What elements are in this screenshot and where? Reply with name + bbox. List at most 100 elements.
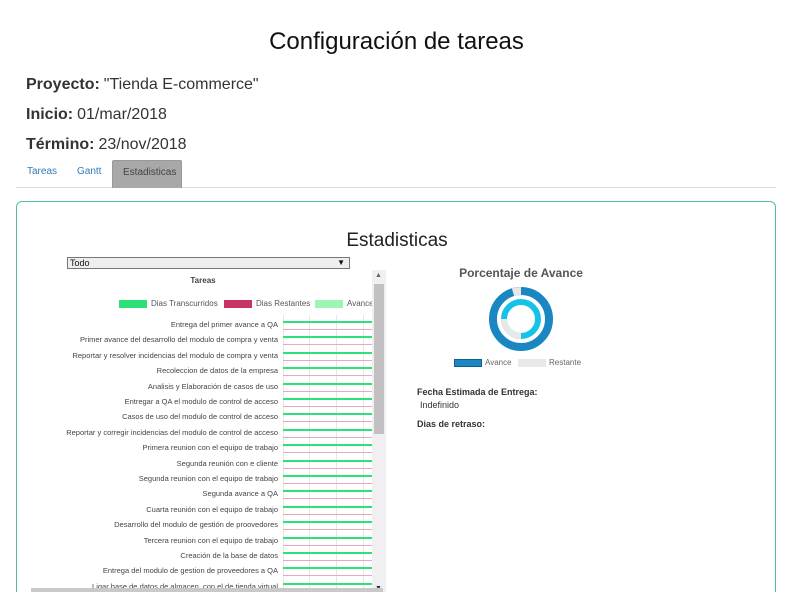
task-label: Entregar a QA el modulo de control de ac…	[124, 397, 278, 406]
tasks-chart: Tareas Dias Transcurridos Dias Restantes…	[33, 270, 386, 592]
task-label: Segunda reunión con e cliente	[176, 458, 278, 468]
legend-label: Dias Transcurridos	[151, 299, 218, 308]
task-bar-remaining	[283, 483, 386, 484]
task-bar-elapsed	[283, 382, 386, 385]
task-bar-remaining	[283, 329, 386, 330]
chart-scrollbar[interactable]: ▲ ▼	[372, 270, 386, 592]
task-bar-remaining	[283, 421, 386, 423]
stats-title: Estadisticas	[346, 230, 448, 251]
legend-label: Dias Restantes	[256, 299, 311, 308]
task-bar-elapsed	[283, 321, 386, 323]
legend-swatch	[454, 358, 482, 367]
task-bar-elapsed	[283, 367, 386, 370]
task-bar-elapsed	[283, 536, 386, 539]
project-value: "Tienda E-commerce"	[103, 76, 259, 93]
task-bar-remaining	[283, 513, 386, 515]
donut-title: Porcentaje de Avance	[459, 266, 583, 280]
task-bar-elapsed	[283, 505, 386, 508]
chart-gridlines	[283, 315, 386, 592]
donut-legend-restante: Restante	[518, 358, 581, 367]
donut-legend-avance: Avance	[454, 358, 512, 367]
start-info: Inicio: 01/mar/2018	[26, 106, 167, 124]
task-label: Segunda avance a QA	[202, 489, 278, 499]
task-bar-elapsed	[283, 521, 386, 524]
task-label: Casos de uso del modulo de control de ac…	[122, 412, 278, 422]
start-label: Inicio:	[26, 106, 74, 123]
horizontal-scrollbar[interactable]	[31, 588, 383, 592]
stats-panel: Estadisticas Todo ▼ Tareas Dias Transcur…	[16, 201, 776, 592]
project-info: Proyecto: "Tienda E-commerce"	[26, 76, 259, 94]
task-bar-remaining	[283, 544, 386, 546]
delivery-date-label: Fecha Estimada de Entrega:	[417, 387, 538, 397]
progress-donut	[489, 287, 553, 351]
tab-estadisticas[interactable]: Estadisticas	[112, 160, 182, 188]
gridline	[336, 315, 337, 592]
scroll-up-icon[interactable]: ▲	[375, 272, 382, 279]
donut-inner-remaining	[501, 318, 522, 339]
task-label: Entrega del modulo de gestion de proveed…	[102, 566, 278, 576]
task-label: Recoleccion de datos de la empresa	[156, 366, 278, 376]
task-bar-remaining	[283, 344, 386, 346]
task-bar-elapsed	[283, 428, 386, 431]
task-bar-elapsed	[283, 490, 386, 493]
legend-swatch	[224, 299, 252, 308]
tab-bar: Tareas Gantt Estadisticas	[16, 160, 776, 188]
scroll-thumb[interactable]	[374, 284, 384, 434]
project-label: Proyecto:	[26, 76, 100, 93]
task-bar-remaining	[283, 436, 386, 438]
chart-title: Tareas	[190, 276, 216, 285]
legend-item-avance: Avance	[315, 299, 374, 309]
task-bar-remaining	[283, 467, 386, 469]
legend-item-restantes: Dias Restantes	[224, 299, 310, 309]
task-bar-elapsed	[283, 336, 386, 339]
legend-item-transcurridos: Dias Transcurridos	[119, 299, 218, 309]
task-bar-elapsed	[283, 459, 386, 462]
task-bar-remaining	[283, 560, 386, 561]
task-bar-elapsed	[283, 351, 386, 354]
task-label: Segunda reunion con el equipo de trabajo	[138, 474, 278, 483]
delay-label: Dias de retraso:	[417, 419, 486, 429]
legend-label: Avance	[347, 299, 374, 308]
gridline	[363, 315, 364, 592]
task-bar-remaining	[283, 375, 386, 377]
task-label: Tercera reunion con el equipo de trabajo	[143, 535, 278, 545]
end-value: 23/nov/2018	[98, 136, 187, 153]
task-label: Creación de la base de datos	[180, 551, 278, 560]
task-bar-elapsed	[283, 567, 386, 570]
filter-select-value: Todo	[70, 258, 90, 268]
chevron-down-icon: ▼	[337, 258, 345, 267]
task-bar-remaining	[283, 406, 386, 407]
task-bar-elapsed	[283, 398, 386, 400]
gridline	[309, 315, 310, 592]
task-label: Analisis y Elaboración de casos de uso	[147, 381, 278, 391]
task-bar-remaining	[283, 359, 386, 361]
donut-outer-remaining	[511, 287, 522, 297]
legend-swatch	[119, 299, 147, 308]
task-label: Desarrollo del modulo de gestión de proo…	[114, 520, 278, 530]
legend-swatch	[518, 358, 546, 367]
task-bar-remaining	[283, 390, 386, 392]
task-bar-remaining	[283, 575, 386, 577]
page-title: Configuración de tareas	[269, 28, 524, 55]
gridline	[283, 315, 284, 592]
task-bar-elapsed	[283, 413, 386, 416]
task-label: Primer avance del desarrollo del modulo …	[79, 335, 278, 345]
end-label: Término:	[26, 136, 95, 153]
task-label: Primera reunion con el equipo de trabajo	[142, 443, 278, 453]
task-label: Cuarta reunión con el equipo de trabajo	[146, 504, 278, 514]
end-info: Término: 23/nov/2018	[26, 136, 187, 154]
legend-label: Avance	[485, 358, 512, 367]
task-bar-remaining	[283, 529, 386, 531]
task-label: Reportar y corregir incidencias del modu…	[66, 427, 278, 437]
legend-swatch	[315, 299, 343, 308]
task-bar-elapsed	[283, 582, 386, 585]
tab-tareas[interactable]: Tareas	[17, 160, 67, 188]
tab-gantt[interactable]: Gantt	[67, 160, 111, 188]
task-label: Entrega del primer avance a QA	[170, 320, 278, 329]
task-bar-elapsed	[283, 475, 386, 477]
task-bar-remaining	[283, 498, 386, 500]
filter-select[interactable]: Todo ▼	[67, 257, 350, 269]
delivery-date-value: Indefinido	[420, 400, 460, 410]
task-label: Reportar y resolver incidencias del modu…	[72, 350, 278, 360]
task-bar-elapsed	[283, 444, 386, 447]
